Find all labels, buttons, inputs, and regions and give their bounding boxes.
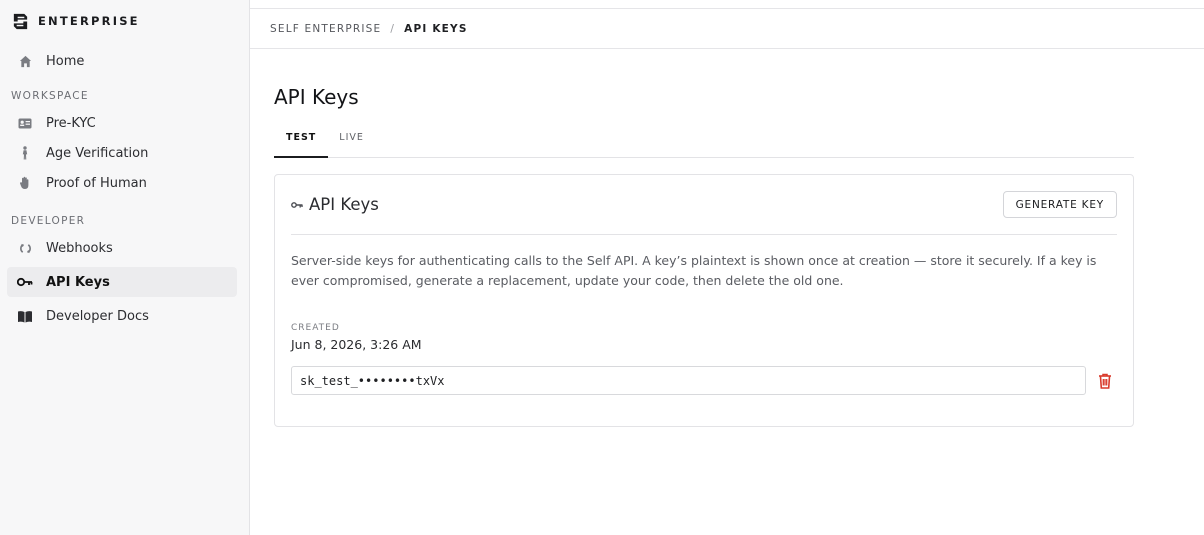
brand[interactable]: ENTERPRISE — [11, 10, 237, 32]
breadcrumb: SELF ENTERPRISE / API KEYS — [250, 8, 1204, 49]
card-description: Server-side keys for authenticating call… — [291, 253, 1097, 288]
page-title: API Keys — [274, 85, 359, 109]
generate-key-button[interactable]: GENERATE KEY — [1002, 191, 1117, 218]
trash-icon[interactable] — [1098, 373, 1112, 389]
sidebar-item-label: API Keys — [46, 274, 110, 290]
sidebar-item-home[interactable]: Home — [7, 46, 237, 76]
created-label: CREATED — [291, 323, 340, 333]
sidebar-item-label: Proof of Human — [46, 175, 147, 191]
card-title-text: API Keys — [309, 195, 379, 214]
key-icon — [17, 274, 33, 290]
sidebar-item-webhooks[interactable]: Webhooks — [7, 233, 237, 263]
api-key-row — [291, 366, 1117, 395]
sidebar-item-label: Developer Docs — [46, 308, 149, 324]
sidebar: ENTERPRISE Home WORKSPACE Pre-KYC Age Ve… — [0, 0, 250, 535]
sidebar-item-developer-docs[interactable]: Developer Docs — [7, 301, 237, 331]
tab-live[interactable]: LIVE — [328, 126, 375, 157]
main-content: SELF ENTERPRISE / API KEYS API Keys TEST… — [250, 0, 1204, 535]
app-root: ENTERPRISE Home WORKSPACE Pre-KYC Age Ve… — [0, 0, 1204, 535]
sidebar-item-label: Age Verification — [46, 145, 149, 161]
enterprise-logo-icon — [13, 13, 28, 29]
sidebar-item-age-verification[interactable]: Age Verification — [7, 138, 237, 168]
section-label-workspace: WORKSPACE — [11, 90, 89, 102]
sidebar-item-api-keys[interactable]: API Keys — [7, 267, 237, 297]
breadcrumb-root[interactable]: SELF ENTERPRISE — [270, 23, 381, 35]
id-card-icon — [17, 115, 33, 131]
breadcrumb-separator: / — [390, 22, 396, 35]
sidebar-item-label: Webhooks — [46, 240, 113, 256]
sidebar-item-proof-of-human[interactable]: Proof of Human — [7, 168, 237, 198]
environment-tabs: TEST LIVE — [274, 126, 1134, 158]
section-label-developer: DEVELOPER — [11, 215, 86, 227]
card-title: API Keys — [291, 195, 379, 214]
webhook-icon — [17, 240, 33, 256]
sidebar-item-pre-kyc[interactable]: Pre-KYC — [7, 108, 237, 138]
person-icon — [17, 145, 33, 161]
api-key-field[interactable] — [291, 366, 1086, 395]
hand-icon — [17, 175, 33, 191]
created-value: Jun 8, 2026, 3:26 AM — [291, 337, 422, 352]
book-icon — [17, 308, 33, 324]
page-body: API Keys TEST LIVE API Keys GENERATE KEY… — [250, 85, 1204, 427]
home-icon — [17, 53, 33, 69]
sidebar-item-label: Pre-KYC — [46, 115, 96, 131]
key-icon — [291, 201, 303, 209]
breadcrumb-current: API KEYS — [404, 22, 468, 35]
card-header: API Keys GENERATE KEY — [291, 175, 1117, 235]
tab-test[interactable]: TEST — [274, 126, 329, 158]
sidebar-item-label: Home — [46, 53, 85, 69]
api-keys-card: API Keys GENERATE KEY Server-side keys f… — [274, 174, 1134, 427]
brand-name: ENTERPRISE — [38, 14, 140, 28]
